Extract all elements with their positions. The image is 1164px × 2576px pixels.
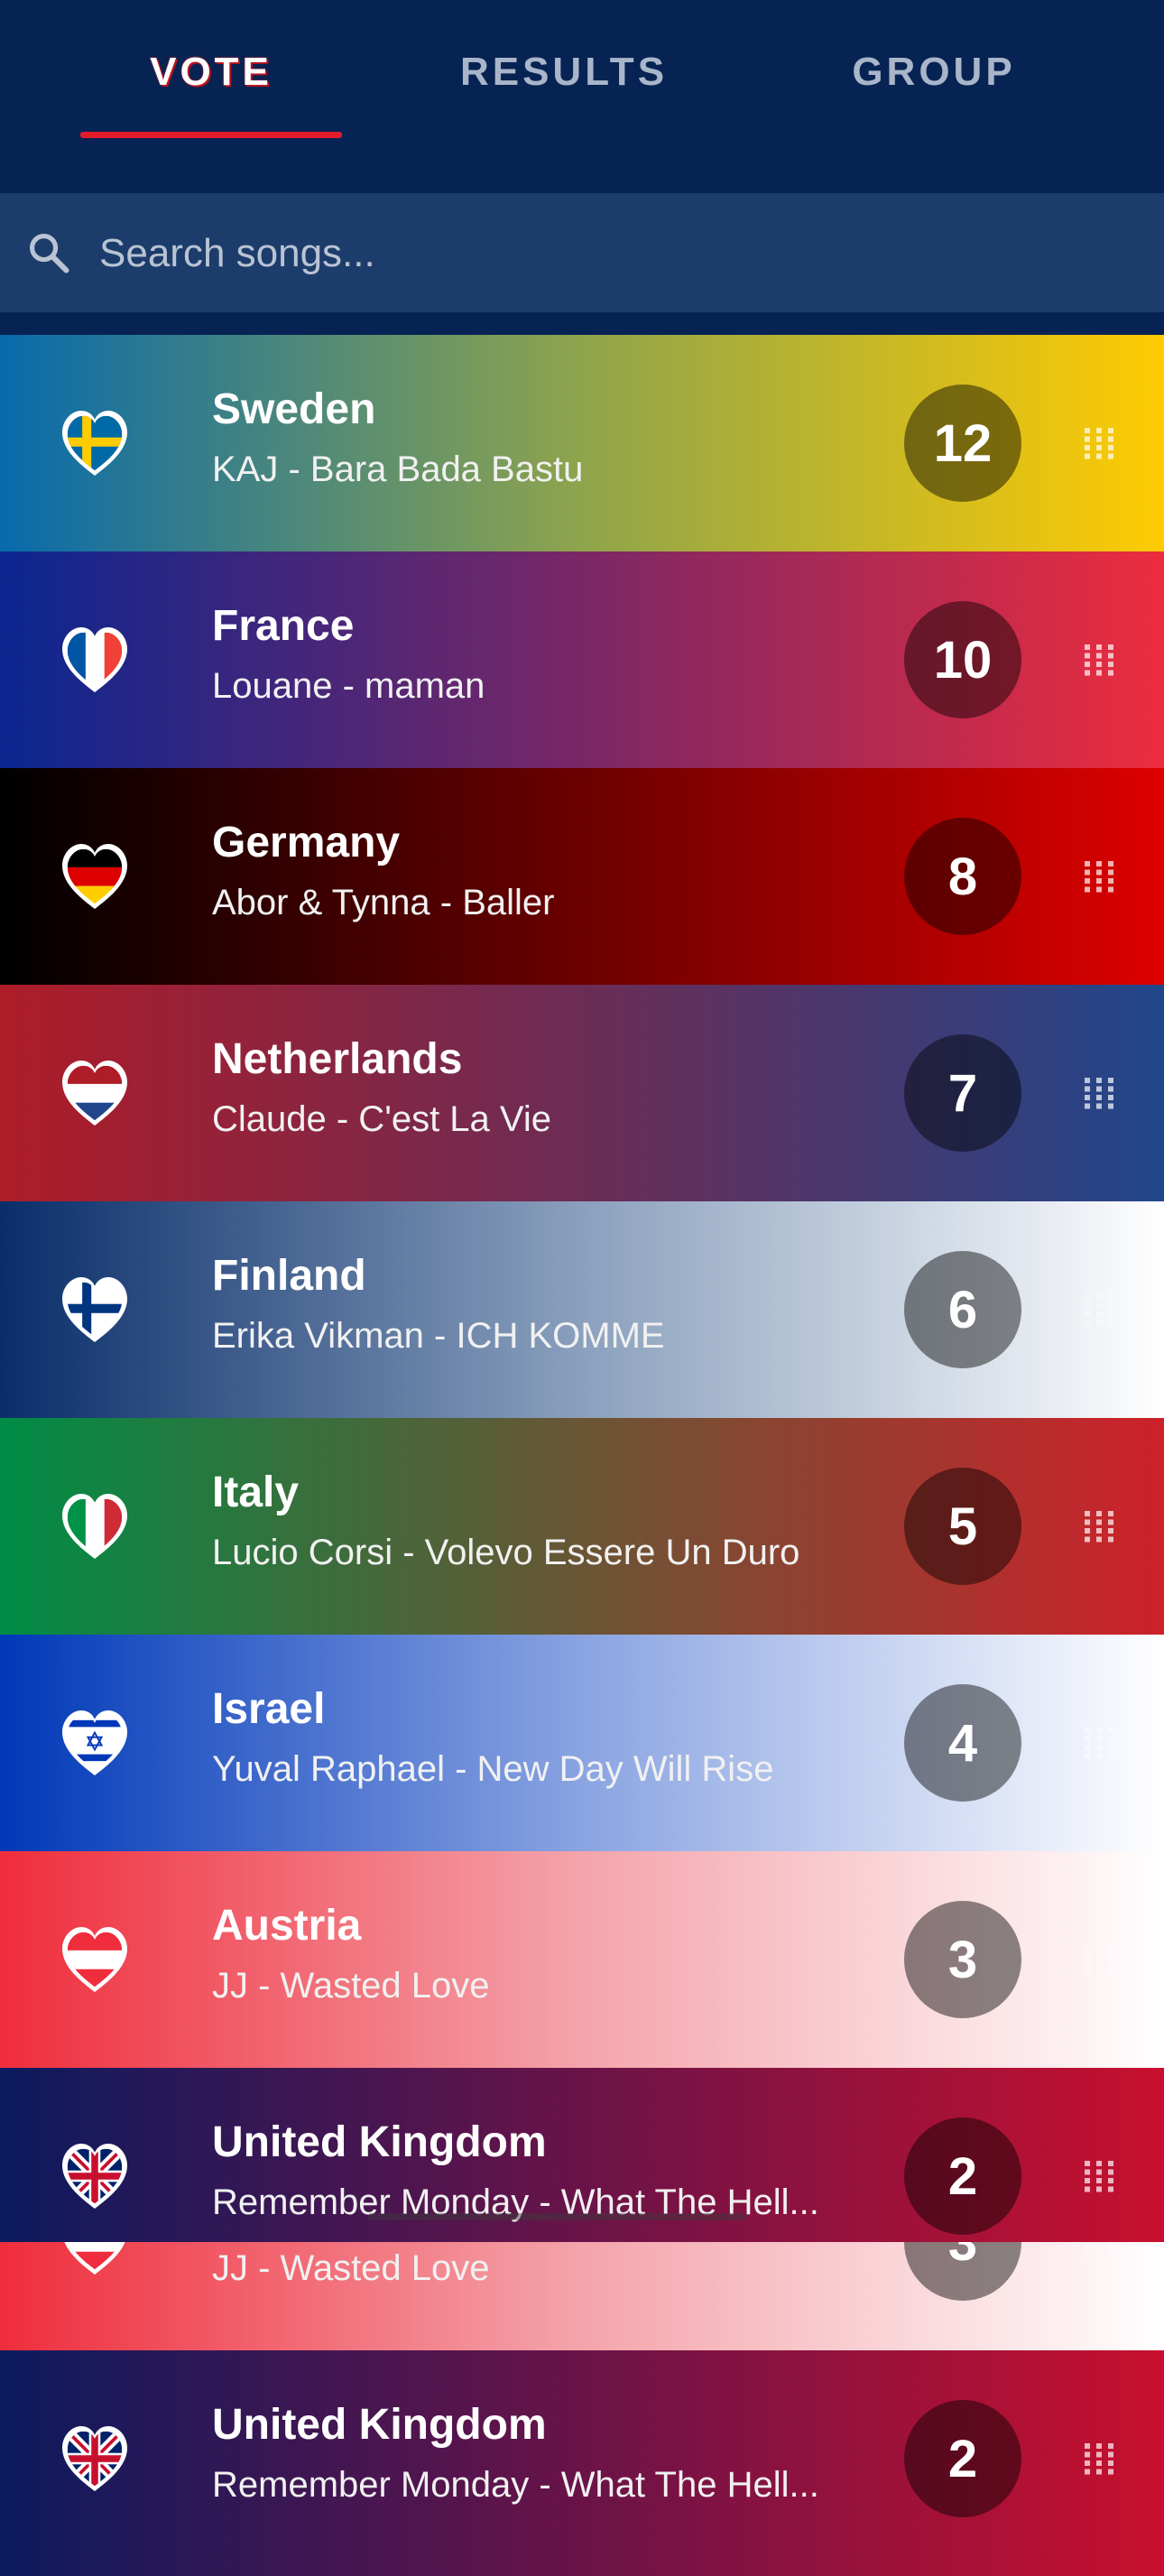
- uk-flag-icon: [62, 2426, 127, 2491]
- vote-entry-row[interactable]: Israel Yuval Raphael - New Day Will Rise 4: [0, 1635, 1164, 1851]
- country-name: Israel: [212, 1685, 326, 1733]
- austria-flag-icon: [64, 2242, 125, 2275]
- country-name: Italy: [212, 1469, 300, 1516]
- song-title: JJ - Wasted Love: [212, 1966, 490, 2006]
- song-title: KAJ - Bara Bada Bastu: [212, 449, 584, 489]
- italy-flag-icon: [62, 1494, 127, 1559]
- drag-handle-icon[interactable]: [1083, 427, 1115, 459]
- points-badge: 6: [904, 1251, 1021, 1368]
- vote-entry-row[interactable]: Netherlands Claude - C'est La Vie 7: [0, 985, 1164, 1201]
- points-badge: 2: [904, 2117, 1021, 2235]
- song-title: Remember Monday - What The Hell...: [212, 2465, 819, 2505]
- drag-handle-icon[interactable]: [1083, 2442, 1115, 2475]
- country-name: Finland: [212, 1252, 366, 1300]
- vote-entry-row[interactable]: Finland Erika Vikman - ICH KOMME 6: [0, 1201, 1164, 1418]
- song-title: Claude - C'est La Vie: [212, 1099, 551, 1139]
- drag-handle-icon[interactable]: [1083, 2160, 1115, 2192]
- vote-entry-row[interactable]: United Kingdom Remember Monday - What The…: [0, 2350, 1164, 2576]
- finland-flag-icon: [62, 1277, 127, 1342]
- country-name: United Kingdom: [212, 2401, 547, 2449]
- song-title: JJ - Wasted Love: [212, 2248, 490, 2288]
- points-badge: 2: [904, 2400, 1021, 2517]
- country-name: Germany: [212, 819, 401, 866]
- song-title: Abor & Tynna - Baller: [212, 883, 555, 922]
- vote-entry-row[interactable]: Sweden KAJ - Bara Bada Bastu 12: [0, 335, 1164, 551]
- germany-flag-icon: [62, 844, 127, 909]
- search-bar: [0, 193, 1164, 312]
- country-name: United Kingdom: [212, 2118, 547, 2166]
- points-badge: 7: [904, 1034, 1021, 1152]
- song-title: Lucio Corsi - Volevo Essere Un Duro: [212, 1533, 800, 1572]
- song-title: Yuval Raphael - New Day Will Rise: [212, 1749, 774, 1789]
- tab-vote[interactable]: VOTE: [80, 0, 342, 144]
- drag-handle-icon[interactable]: [1083, 1943, 1115, 1976]
- points-badge: 5: [904, 1468, 1021, 1585]
- vote-entry-row[interactable]: Germany Abor & Tynna - Baller 8: [0, 768, 1164, 985]
- country-name: France: [212, 602, 355, 650]
- points-badge: 3: [904, 2242, 1021, 2301]
- points-badge: 3: [904, 1901, 1021, 2018]
- uk-flag-icon: [62, 2144, 127, 2209]
- drag-handle-icon[interactable]: [1083, 1727, 1115, 1759]
- song-title: Erika Vikman - ICH KOMME: [212, 1316, 665, 1356]
- sweden-flag-icon: [62, 411, 127, 476]
- drag-handle-icon[interactable]: [1083, 1077, 1115, 1109]
- vote-entry-row[interactable]: France Louane - maman 10: [0, 551, 1164, 768]
- france-flag-icon: [62, 627, 127, 692]
- drag-handle-icon[interactable]: [1083, 1510, 1115, 1543]
- tab-results[interactable]: RESULTS: [438, 0, 690, 144]
- drag-handle-icon[interactable]: [1083, 644, 1115, 676]
- vote-entry-row[interactable]: Italy Lucio Corsi - Volevo Essere Un Duro…: [0, 1418, 1164, 1635]
- points-badge: 8: [904, 818, 1021, 935]
- drag-handle-icon[interactable]: [1083, 2242, 1115, 2258]
- tab-group[interactable]: GROUP: [812, 0, 1056, 144]
- points-badge: 12: [904, 385, 1021, 502]
- drag-handle-icon[interactable]: [1083, 1293, 1115, 1326]
- drag-handle-icon[interactable]: [1083, 860, 1115, 893]
- song-title: Louane - maman: [212, 666, 485, 706]
- search-input[interactable]: [97, 217, 1139, 291]
- tab-bar: VOTE RESULTS GROUP: [0, 0, 1164, 193]
- country-name: Sweden: [212, 385, 376, 433]
- points-badge: 4: [904, 1684, 1021, 1802]
- vote-entry-row[interactable]: Austria JJ - Wasted Love 3: [0, 1851, 1164, 2068]
- austria-flag-icon: [62, 1927, 127, 1992]
- country-name: Austria: [212, 1902, 362, 1950]
- points-badge: 10: [904, 601, 1021, 718]
- country-name: Netherlands: [212, 1035, 463, 1083]
- search-icon: [29, 233, 69, 273]
- israel-flag-icon: [62, 1710, 127, 1775]
- vote-entry-row[interactable]: AustriaJJ - Wasted Love3: [0, 2242, 1164, 2350]
- active-tab-indicator: [80, 132, 342, 138]
- scroll-scrubber: [368, 2213, 747, 2220]
- netherlands-flag-icon: [62, 1061, 127, 1126]
